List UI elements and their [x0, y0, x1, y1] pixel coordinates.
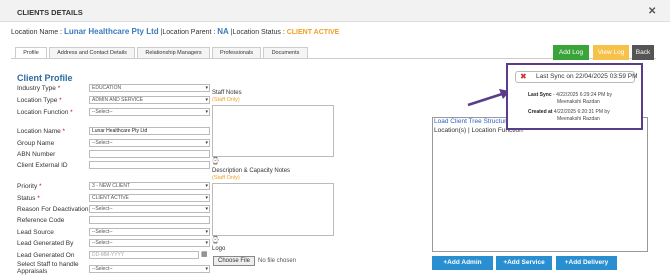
- reference-code-label: Reference Code: [17, 217, 65, 224]
- description-notes-sub: (Staff Only): [212, 175, 240, 181]
- lead-source-label: Lead Source: [17, 229, 54, 236]
- add-delivery-button[interactable]: +Add Delivery: [556, 256, 617, 270]
- location-name-label: Location Name *: [17, 128, 66, 135]
- add-admin-button[interactable]: +Add Admin: [432, 256, 493, 270]
- client-profile-title: Client Profile: [17, 73, 73, 83]
- group-name-label: Group Name: [17, 140, 55, 147]
- status-label: Status *: [17, 195, 40, 202]
- modal-header: CLIENTS DETAILS ✕: [0, 0, 670, 22]
- description-notes-textarea[interactable]: [212, 183, 334, 236]
- location-summary: Location Name : Lunar Healthcare Pty Ltd…: [11, 27, 339, 36]
- lead-generated-on-label: Lead Generated On: [17, 252, 75, 259]
- lead-generated-by-label: Lead Generated By: [17, 240, 74, 247]
- created-user: Meenakshi Razdan: [557, 116, 600, 122]
- view-log-button[interactable]: View Log: [593, 45, 629, 60]
- location-type-select[interactable]: ADMIN AND SERVICE: [89, 96, 210, 104]
- sync-popup: ✖ Last Sync on 22/04/2025 03:59 PM Last …: [506, 63, 643, 130]
- created-info: Created at 4/22/2025 6:20:31 PM by: [528, 109, 610, 115]
- tab-address-contact[interactable]: Address and Contact Details: [49, 47, 135, 58]
- client-external-id-label: Client External ID: [17, 162, 68, 169]
- resize-handle-icon[interactable]: ⌚: [211, 236, 220, 244]
- description-notes-label: Description & Capacity Notes: [212, 168, 291, 174]
- location-name-label: Location Name :: [11, 29, 62, 36]
- reason-deactivation-label: Reason For Deactivation: [17, 206, 89, 213]
- location-parent-label: |Location Parent :: [160, 29, 216, 36]
- staff-notes-textarea[interactable]: [212, 105, 334, 157]
- location-type-label: Location Type *: [17, 97, 62, 104]
- calendar-icon[interactable]: ▦: [201, 250, 208, 258]
- logo-label: Logo: [212, 246, 226, 252]
- staff-notes-sub: (Staff Only): [212, 97, 240, 103]
- status-select[interactable]: CLIENT ACTIVE: [89, 194, 210, 202]
- location-status-value: CLIENT ACTIVE: [286, 29, 340, 36]
- select-staff-select[interactable]: --Select--: [89, 265, 210, 273]
- modal-title: CLIENTS DETAILS: [17, 8, 83, 17]
- client-tree-panel: Load Client Tree Structure Location(s) |…: [432, 117, 648, 252]
- client-external-id-input[interactable]: [89, 161, 210, 169]
- location-status-label: |Location Status :: [230, 29, 285, 36]
- tab-profile[interactable]: Profile: [15, 47, 47, 58]
- lead-source-select[interactable]: --Select--: [89, 228, 210, 236]
- add-log-button[interactable]: Add Log: [553, 45, 589, 60]
- last-sync-info: Last Sync - 4/22/2025 6:29:24 PM by: [528, 92, 612, 98]
- last-sync-pill[interactable]: ✖ Last Sync on 22/04/2025 03:59 PM: [515, 71, 638, 83]
- priority-select[interactable]: 3 - NEW CLIENT: [89, 182, 210, 190]
- choose-file-button[interactable]: Choose File: [213, 256, 255, 266]
- abn-number-label: ABN Number: [17, 151, 56, 158]
- tab-documents[interactable]: Documents: [263, 47, 308, 58]
- select-staff-label: Select Staff to handle: [17, 261, 79, 268]
- location-parent-value: NA: [217, 27, 229, 36]
- tab-professionals[interactable]: Professionals: [212, 47, 261, 58]
- location-name-input[interactable]: Lunar Healthcare Pty Ltd: [89, 127, 210, 135]
- sync-icon: ✖: [520, 72, 527, 81]
- select-staff-label-2: Appraisals: [17, 268, 48, 275]
- location-name-value: Lunar Healthcare Pty Ltd: [63, 27, 159, 36]
- file-status: No file chosen: [258, 258, 297, 264]
- resize-handle-icon[interactable]: ⌚: [211, 157, 220, 165]
- location-function-label: Location Function *: [17, 109, 73, 116]
- priority-label: Priority *: [17, 183, 42, 190]
- location-function-select[interactable]: --Select--: [89, 108, 210, 116]
- reference-code-input[interactable]: [89, 216, 210, 224]
- lead-generated-by-select[interactable]: --Select--: [89, 239, 210, 247]
- back-button[interactable]: Back: [632, 45, 654, 60]
- close-icon[interactable]: ✕: [648, 6, 656, 17]
- last-sync-user: Meenakshi Razdan: [557, 99, 600, 105]
- industry-type-select[interactable]: EDUCATION: [89, 84, 210, 92]
- add-service-button[interactable]: +Add Service: [496, 256, 552, 270]
- reason-deactivation-select[interactable]: --Select--: [89, 205, 210, 213]
- group-name-select[interactable]: --Select--: [89, 139, 210, 147]
- staff-notes-label: Staff Notes: [212, 90, 242, 96]
- abn-number-input[interactable]: [89, 150, 210, 158]
- load-client-tree-link[interactable]: Load Client Tree Structure: [434, 118, 510, 125]
- tab-relationship-managers[interactable]: Relationship Managers: [137, 47, 210, 58]
- lead-generated-on-input[interactable]: DD-MM-YYYY: [89, 251, 199, 259]
- industry-type-label: Industry Type *: [17, 85, 61, 92]
